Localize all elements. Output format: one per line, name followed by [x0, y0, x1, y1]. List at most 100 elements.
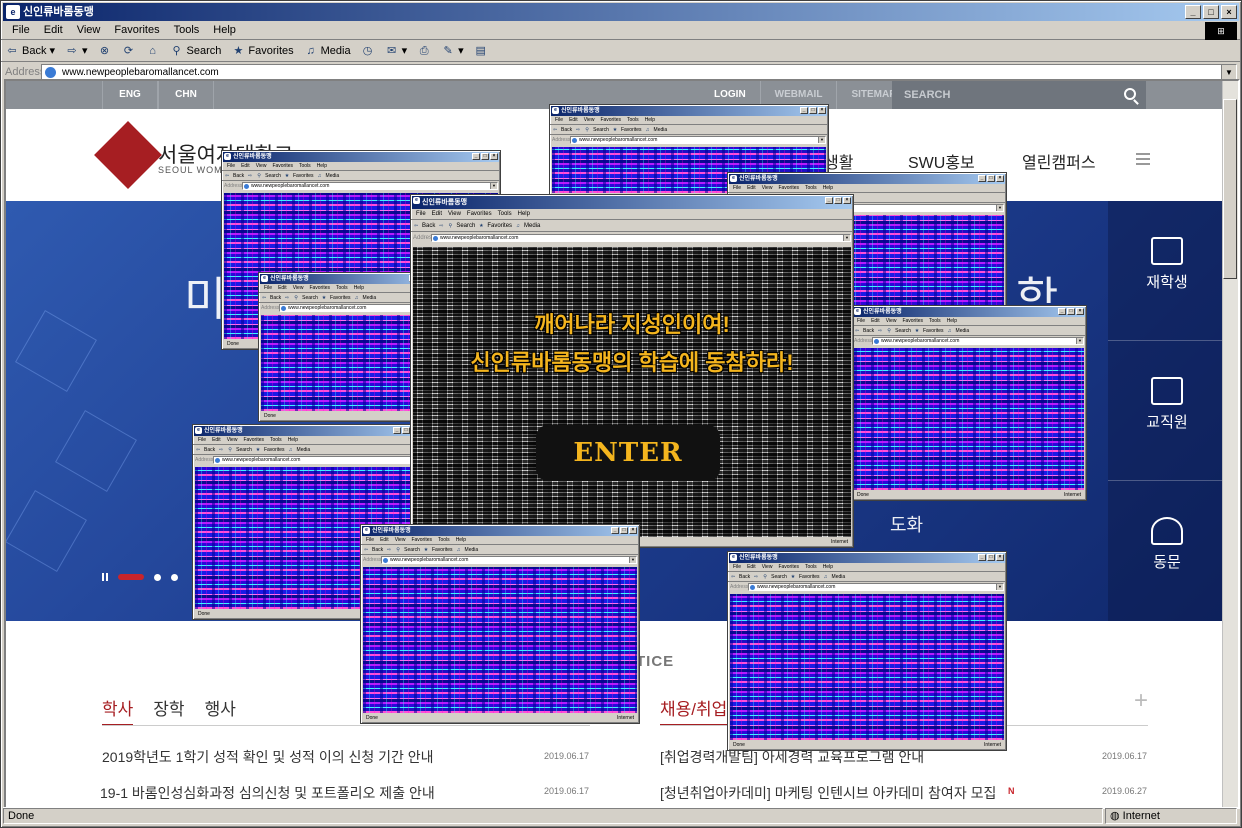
menu-view[interactable]: View: [759, 184, 776, 192]
tab-employment[interactable]: 채용/취업: [660, 695, 728, 726]
lang-eng-link[interactable]: ENG: [102, 81, 158, 109]
menu-tools[interactable]: Tools: [167, 21, 207, 39]
menu-favorites[interactable]: Favorites: [597, 116, 624, 124]
lang-chn-link[interactable]: CHN: [158, 81, 214, 109]
menu-edit[interactable]: Edit: [868, 317, 883, 325]
menu-file[interactable]: File: [730, 563, 744, 571]
search-button[interactable]: ⚲Search: [293, 295, 318, 301]
gnb-item-pr[interactable]: SWU홍보: [908, 149, 975, 173]
search-button[interactable]: ⚲Search: [447, 223, 476, 229]
minimize-button[interactable]: _: [611, 527, 619, 534]
menu-file[interactable]: File: [730, 184, 744, 192]
forward-button[interactable]: ⇨: [247, 173, 253, 179]
address-input[interactable]: www.newpeoplebaromallancet.com▼: [41, 63, 1237, 81]
media-button[interactable]: ♫Media: [947, 328, 970, 334]
minimize-button[interactable]: _: [1058, 308, 1066, 315]
edit-button[interactable]: ✎ ▾: [441, 44, 464, 58]
maximize-button[interactable]: □: [809, 107, 817, 114]
favorites-button[interactable]: ★Favorites: [914, 328, 944, 334]
menu-edit[interactable]: Edit: [209, 436, 224, 444]
media-button[interactable]: ♫Media: [823, 574, 846, 580]
notice-item-title[interactable]: 19-1 바롬인성심화과정 심의신청 및 포트폴리오 제출 안내: [100, 783, 435, 803]
scrollbar-thumb[interactable]: [1223, 99, 1237, 279]
menu-help[interactable]: Help: [642, 116, 658, 124]
menu-tools[interactable]: Tools: [802, 184, 820, 192]
minimize-button[interactable]: _: [1185, 5, 1201, 19]
menu-edit[interactable]: Edit: [275, 284, 290, 292]
favorites-button[interactable]: ★Favorites: [284, 173, 314, 179]
menu-help[interactable]: Help: [206, 21, 243, 39]
maximize-button[interactable]: □: [987, 175, 995, 182]
minimize-button[interactable]: _: [472, 153, 480, 160]
media-button[interactable]: ♫Media: [288, 447, 311, 453]
close-button[interactable]: ×: [1221, 5, 1237, 19]
menu-view[interactable]: View: [392, 536, 409, 544]
close-button[interactable]: ×: [843, 197, 851, 204]
favorites-button[interactable]: ★Favorites: [423, 547, 453, 553]
menu-help[interactable]: Help: [285, 436, 301, 444]
back-button[interactable]: ⇦Back: [413, 223, 435, 229]
media-button[interactable]: ♫Media: [354, 295, 377, 301]
maximize-button[interactable]: □: [620, 527, 628, 534]
menu-file[interactable]: File: [413, 209, 429, 219]
search-button[interactable]: ⚲Search: [256, 173, 281, 179]
notice-item-title[interactable]: 2019학년도 1학기 성적 확인 및 성적 이의 신청 기간 안내: [102, 747, 434, 767]
history-button[interactable]: ◷: [361, 44, 375, 58]
media-button[interactable]: ♫Media: [645, 127, 668, 133]
menu-favorites[interactable]: Favorites: [269, 162, 296, 170]
media-button[interactable]: ♫Media: [304, 44, 351, 58]
menu-edit[interactable]: Edit: [566, 116, 581, 124]
forward-button[interactable]: ⇨: [284, 295, 290, 301]
menu-edit[interactable]: Edit: [37, 21, 70, 39]
menu-view[interactable]: View: [445, 209, 464, 219]
menu-favorites[interactable]: Favorites: [464, 209, 495, 219]
maximize-button[interactable]: □: [1203, 5, 1219, 19]
print-button[interactable]: ⎙: [417, 44, 431, 58]
favorites-button[interactable]: ★Favorites: [790, 574, 820, 580]
address-dropdown-icon[interactable]: ▼: [996, 205, 1003, 211]
menu-file[interactable]: File: [854, 317, 868, 325]
menu-edit[interactable]: Edit: [429, 209, 445, 219]
menu-favorites[interactable]: Favorites: [240, 436, 267, 444]
gnb-item-open-campus[interactable]: 열린캠퍼스: [1022, 149, 1096, 173]
search-button[interactable]: ⚲Search: [886, 328, 911, 334]
back-button[interactable]: ⇦Back: [224, 173, 244, 179]
address-input[interactable]: www.newpeoplebaromallancet.com▼: [381, 556, 637, 564]
site-search-input[interactable]: SEARCH: [892, 81, 1146, 109]
forward-button[interactable]: ⇨: [438, 223, 444, 229]
close-button[interactable]: ×: [1076, 308, 1084, 315]
maximize-button[interactable]: □: [834, 197, 842, 204]
menu-tools[interactable]: Tools: [495, 209, 515, 219]
menu-edit[interactable]: Edit: [238, 162, 253, 170]
quick-item-alumni[interactable]: 동문: [1108, 481, 1226, 621]
menu-file[interactable]: File: [261, 284, 275, 292]
menu-file[interactable]: File: [5, 21, 37, 39]
maximize-button[interactable]: □: [987, 554, 995, 561]
close-button[interactable]: ×: [996, 554, 1004, 561]
menu-help[interactable]: Help: [351, 284, 367, 292]
address-dropdown-icon[interactable]: ▼: [490, 183, 497, 189]
back-button[interactable]: ⇦ Back ▾: [5, 44, 55, 58]
menu-help[interactable]: Help: [944, 317, 960, 325]
address-dropdown-icon[interactable]: ▼: [818, 137, 825, 143]
address-input[interactable]: www.newpeoplebaromallancet.com▼: [213, 456, 419, 464]
stop-button[interactable]: ⊗: [98, 44, 112, 58]
menu-edit[interactable]: Edit: [744, 184, 759, 192]
back-button[interactable]: ⇦Back: [854, 328, 874, 334]
vertical-scrollbar[interactable]: [1222, 81, 1238, 807]
slide-indicator[interactable]: [154, 573, 161, 581]
forward-button[interactable]: ⇨ ▾: [65, 44, 87, 58]
forward-button[interactable]: ⇨: [877, 328, 883, 334]
university-logo-icon[interactable]: [94, 121, 162, 189]
back-button[interactable]: ⇦Back: [730, 574, 750, 580]
forward-button[interactable]: ⇨: [218, 447, 224, 453]
menu-help[interactable]: Help: [453, 536, 469, 544]
address-input[interactable]: www.newpeoplebaromallancet.com▼: [431, 234, 851, 242]
mail-button[interactable]: ✉ ▾: [385, 44, 407, 58]
forward-button[interactable]: ⇨: [753, 574, 759, 580]
back-button[interactable]: ⇦Back: [363, 547, 383, 553]
refresh-button[interactable]: ⟳: [122, 44, 136, 58]
menu-edit[interactable]: Edit: [377, 536, 392, 544]
search-button[interactable]: ⚲Search: [584, 127, 609, 133]
tab-scholarship[interactable]: 장학: [153, 695, 184, 726]
